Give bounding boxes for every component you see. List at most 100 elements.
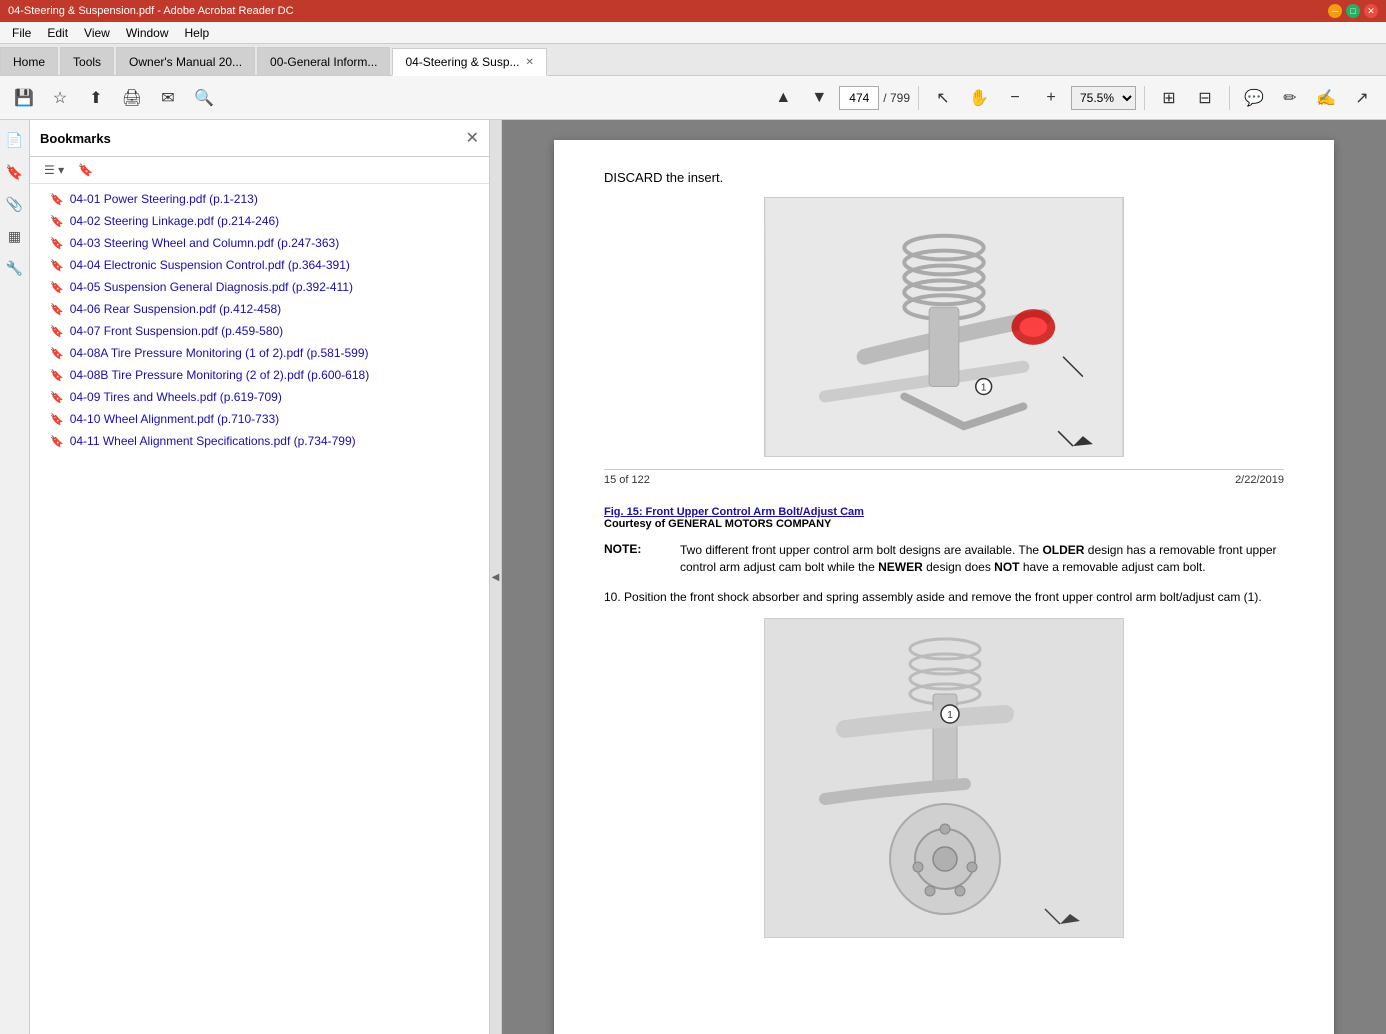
search-button[interactable]: 🔍	[188, 82, 220, 114]
prev-page-button[interactable]: ▲	[767, 82, 799, 114]
bookmark-item[interactable]: 🔖04-07 Front Suspension.pdf (p.459-580)	[30, 320, 489, 342]
close-button[interactable]: ✕	[1364, 4, 1378, 18]
bookmark-label: 04-03 Steering Wheel and Column.pdf (p.2…	[70, 236, 340, 250]
save-button[interactable]: 💾	[8, 82, 40, 114]
menu-view[interactable]: View	[76, 24, 118, 42]
svg-text:1: 1	[947, 710, 953, 721]
separator	[918, 86, 919, 110]
bookmark-item[interactable]: 🔖04-06 Rear Suspension.pdf (p.412-458)	[30, 298, 489, 320]
page-indicator: 15 of 122	[604, 474, 650, 486]
print-button[interactable]: 🖨	[116, 82, 148, 114]
zoom-control: 50% 75% 75.5% 100% 125% 150% 200%	[1071, 86, 1136, 110]
menu-edit[interactable]: Edit	[39, 24, 76, 42]
bookmark-icon: 🔖	[50, 303, 64, 316]
bookmarks-options-button[interactable]: ☰ ▾	[40, 161, 68, 179]
bookmark-item[interactable]: 🔖04-01 Power Steering.pdf (p.1-213)	[30, 188, 489, 210]
upload-button[interactable]: ⬆	[80, 82, 112, 114]
bookmark-item[interactable]: 🔖 04-08A Tire Pressure Monitoring (1 of 2…	[30, 342, 489, 364]
pdf-area[interactable]: DISCARD the insert.	[502, 120, 1386, 1034]
bookmark-item[interactable]: 🔖 04-03 Steering Wheel and Column.pdf (p.…	[30, 232, 489, 254]
pdf-page: DISCARD the insert.	[554, 140, 1334, 1034]
bookmark-icon: 🔖	[50, 325, 64, 338]
page-number-input[interactable]: 474	[839, 86, 879, 110]
bookmark-icon: 🔖	[50, 237, 64, 250]
figure2-image: 1	[764, 618, 1124, 938]
bookmarks-title: Bookmarks	[40, 131, 458, 146]
tab-general-label: 00-General Inform...	[270, 55, 377, 69]
tab-home[interactable]: Home	[0, 47, 58, 75]
tab-tools[interactable]: Tools	[60, 47, 114, 75]
note-label: NOTE:	[604, 542, 664, 576]
bookmark-icon: 🔖	[50, 435, 64, 448]
menu-file[interactable]: File	[4, 24, 39, 42]
tools-panel-icon[interactable]: 🔧	[3, 256, 27, 280]
minimize-button[interactable]: ─	[1328, 4, 1342, 18]
svg-text:1: 1	[981, 383, 987, 394]
page-footer-1: 15 of 122 2/22/2019	[604, 469, 1284, 486]
bookmark-item[interactable]: 🔖04-10 Wheel Alignment.pdf (p.710-733)	[30, 408, 489, 430]
comment-button[interactable]: 💬	[1238, 82, 1270, 114]
panel-collapse-handle[interactable]: ◀	[490, 120, 502, 1034]
bookmark-item[interactable]: 🔖04-09 Tires and Wheels.pdf (p.619-709)	[30, 386, 489, 408]
bookmarks-panel-icon[interactable]: 🔖	[3, 160, 27, 184]
bookmark-item[interactable]: 🔖04-04 Electronic Suspension Control.pdf…	[30, 254, 489, 276]
draw-button[interactable]: ✍	[1310, 82, 1342, 114]
separator3	[1229, 86, 1230, 110]
bookmarks-close-button[interactable]: ✕	[466, 128, 479, 148]
fit-width-button[interactable]: ⊟	[1189, 82, 1221, 114]
next-page-button[interactable]: ▼	[803, 82, 835, 114]
bookmark-item[interactable]: 🔖 04-02 Steering Linkage.pdf (p.214-246)	[30, 210, 489, 232]
tab-home-label: Home	[13, 55, 45, 69]
menu-help[interactable]: Help	[177, 24, 218, 42]
step10-text: 10. Position the front shock absorber an…	[604, 588, 1284, 606]
pages-panel-icon[interactable]: 📄	[3, 128, 27, 152]
toolbar: 💾 ☆ ⬆ 🖨 ✉ 🔍 ▲ ▼ 474 / 799 ↖ ✋ − + 50% 75…	[0, 76, 1386, 120]
tab-bar: Home Tools Owner's Manual 20... 00-Gener…	[0, 44, 1386, 76]
bookmark-label: 04-04 Electronic Suspension Control.pdf …	[70, 258, 350, 272]
bookmark-icon: 🔖	[50, 193, 64, 206]
page-navigation: ▲ ▼ 474 / 799	[767, 82, 910, 114]
bookmark-icon: 🔖	[50, 369, 64, 382]
zoom-in-button[interactable]: +	[1035, 82, 1067, 114]
bookmarks-list: 🔖04-01 Power Steering.pdf (p.1-213)🔖04-0…	[30, 184, 489, 1034]
menu-bar: File Edit View Window Help	[0, 22, 1386, 44]
bookmark-label: 04-08B Tire Pressure Monitoring (2 of 2)…	[70, 368, 369, 382]
tab-steering-label: 04-Steering & Susp...	[405, 55, 519, 69]
tab-owners-manual[interactable]: Owner's Manual 20...	[116, 47, 255, 75]
zoom-select[interactable]: 50% 75% 75.5% 100% 125% 150% 200%	[1071, 86, 1136, 110]
figure1-caption-link[interactable]: Fig. 15: Front Upper Control Arm Bolt/Ad…	[604, 506, 864, 518]
bookmark-label: 04-02 Steering Linkage.pdf (p.214-246)	[70, 214, 279, 228]
layers-panel-icon[interactable]: ▦	[3, 224, 27, 248]
note-block: NOTE: Two different front upper control …	[604, 542, 1284, 576]
hand-tool[interactable]: ✋	[963, 82, 995, 114]
bookmarks-expand-button[interactable]: 🔖	[74, 161, 97, 179]
bookmarks-toolbar: ☰ ▾ 🔖	[30, 157, 489, 184]
tab-steering[interactable]: 04-Steering & Susp... ✕	[392, 48, 546, 76]
share-button-toolbar[interactable]: ↗	[1346, 82, 1378, 114]
bookmark-item[interactable]: 🔖04-11 Wheel Alignment Specifications.pd…	[30, 430, 489, 452]
cursor-tool[interactable]: ↖	[927, 82, 959, 114]
bookmark-label: 04-05 Suspension General Diagnosis.pdf (…	[70, 280, 353, 294]
bookmark-item[interactable]: 🔖04-05 Suspension General Diagnosis.pdf …	[30, 276, 489, 298]
fit-page-button[interactable]: ⊞	[1153, 82, 1185, 114]
figure1-caption: Fig. 15: Front Upper Control Arm Bolt/Ad…	[604, 506, 1284, 530]
email-button[interactable]: ✉	[152, 82, 184, 114]
star-button[interactable]: ☆	[44, 82, 76, 114]
bookmark-icon: 🔖	[50, 215, 64, 228]
bookmarks-header: Bookmarks ✕	[30, 120, 489, 157]
tab-close-icon[interactable]: ✕	[526, 57, 534, 68]
bookmark-label: 04-09 Tires and Wheels.pdf (p.619-709)	[70, 390, 282, 404]
bookmark-item[interactable]: 🔖 04-08B Tire Pressure Monitoring (2 of 2…	[30, 364, 489, 386]
note-text: Two different front upper control arm bo…	[680, 542, 1284, 576]
zoom-out-button[interactable]: −	[999, 82, 1031, 114]
maximize-button[interactable]: □	[1346, 4, 1360, 18]
menu-window[interactable]: Window	[118, 24, 177, 42]
window-title: 04-Steering & Suspension.pdf - Adobe Acr…	[8, 5, 1328, 17]
figure1-courtesy: Courtesy of GENERAL MOTORS COMPANY	[604, 518, 1284, 530]
attachments-panel-icon[interactable]: 📎	[3, 192, 27, 216]
bookmark-label: 04-08A Tire Pressure Monitoring (1 of 2)…	[70, 346, 369, 360]
highlight-button[interactable]: ✏	[1274, 82, 1306, 114]
tab-general-info[interactable]: 00-General Inform...	[257, 47, 390, 75]
page-total: / 799	[883, 91, 910, 105]
bookmark-icon: 🔖	[50, 347, 64, 360]
